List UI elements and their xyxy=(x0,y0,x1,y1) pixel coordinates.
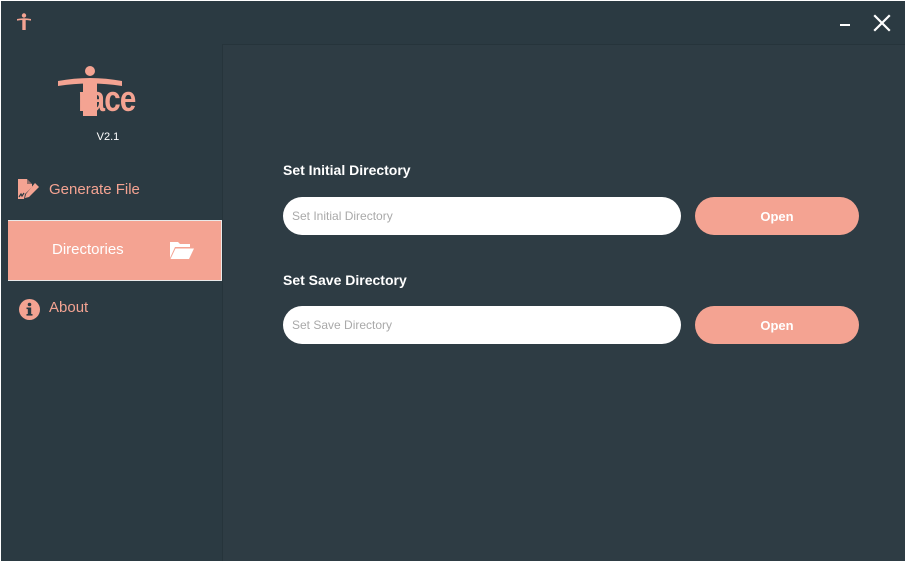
logo-wordmark: race xyxy=(78,78,136,119)
person-t-icon xyxy=(17,13,31,30)
open-initial-directory-button[interactable]: Open xyxy=(695,197,859,235)
sidebar-item-label: Generate File xyxy=(49,181,140,198)
version-label: V2.1 xyxy=(96,131,120,143)
title-bar[interactable] xyxy=(1,1,905,44)
sidebar-item-about[interactable]: About xyxy=(1,280,222,338)
info-icon xyxy=(19,299,40,320)
app-window: race V2.1 Generate File Directories Abou… xyxy=(1,1,905,561)
sidebar-item-label: About xyxy=(49,299,89,316)
directories-panel: Set Initial Directory Open Set Save Dire… xyxy=(222,44,905,561)
sidebar-item-directories[interactable]: Directories xyxy=(8,220,222,281)
save-directory-input[interactable] xyxy=(283,306,681,344)
edit-file-icon xyxy=(18,179,39,199)
sidebar: race V2.1 Generate File Directories Abou… xyxy=(1,44,222,561)
close-icon xyxy=(873,14,891,32)
close-button[interactable] xyxy=(870,11,894,35)
folder-open-icon xyxy=(170,242,194,259)
sidebar-item-generate-file[interactable]: Generate File xyxy=(1,162,222,220)
initial-directory-title: Set Initial Directory xyxy=(283,162,411,178)
open-save-directory-button[interactable]: Open xyxy=(695,306,859,344)
sidebar-item-label: Directories xyxy=(52,241,124,258)
minimize-button[interactable] xyxy=(833,11,857,35)
minimize-icon xyxy=(840,24,850,26)
initial-directory-input[interactable] xyxy=(283,197,681,235)
save-directory-title: Set Save Directory xyxy=(283,272,407,288)
